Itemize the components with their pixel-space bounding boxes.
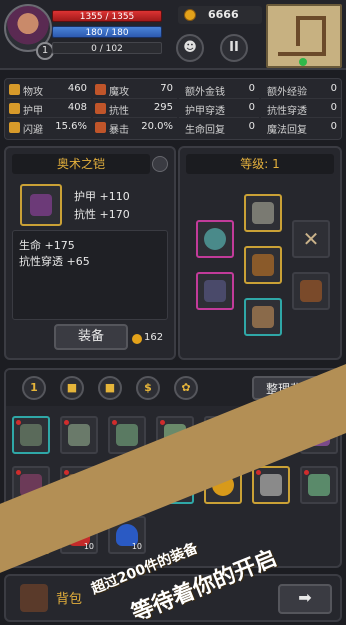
stat-dodge: 闪避 15.6% [7, 119, 91, 137]
gloves-slot[interactable] [292, 272, 330, 310]
arrow-right-icon: ➡ [298, 588, 312, 607]
lock-icon[interactable] [152, 156, 168, 172]
stat-mp-regen: 魔法回复 0 [267, 121, 337, 136]
gloves-icon [116, 424, 138, 446]
crit-icon [95, 122, 106, 133]
empty-accessory-slot[interactable]: ✕ [292, 220, 330, 258]
helmet-slot[interactable] [244, 194, 282, 232]
item-extra-resist-pen: 抗性穿透 +65 [19, 255, 90, 268]
item-bonus-armor: 护甲 +110 [74, 190, 130, 203]
gold-counter: 6666 [178, 6, 262, 24]
potion-count: 10 [83, 542, 94, 551]
bag-tab-label[interactable]: 背包 [56, 588, 82, 607]
resist-icon [95, 103, 106, 114]
stat-extra-gold: 额外金钱 0 [179, 81, 259, 99]
xp-bar: 0 / 102 [52, 42, 162, 54]
helmet-icon [260, 474, 282, 496]
dagger-icon [204, 280, 226, 302]
equip-button[interactable]: 装备 [54, 324, 128, 350]
player-marker-icon [299, 58, 307, 66]
item-detail-panel: 奥术之铠 护甲 +110 抗性 +170 生命 +175 抗性穿透 +65 装备… [4, 146, 176, 360]
dodge-icon [9, 122, 20, 133]
bag-icon[interactable] [20, 584, 48, 612]
bag-slot[interactable] [252, 466, 290, 504]
item-extra-hp: 生命 +175 [19, 239, 75, 252]
boots-icon [252, 306, 274, 328]
next-button[interactable]: ➡ [278, 584, 332, 614]
mp-bar: 180 / 180 [52, 26, 162, 38]
stat-armor: 护甲 408 [7, 100, 91, 118]
item-price: 162 [144, 332, 164, 343]
magic-icon [95, 84, 106, 95]
item-extra-box: 生命 +175 抗性穿透 +65 [12, 230, 168, 320]
helmet-icon [20, 424, 42, 446]
helmet-icon [252, 202, 274, 224]
top-bar: 1 1355 / 1355 180 / 180 0 / 102 6666 ☻ I… [0, 0, 346, 70]
character-button[interactable]: ☻ [176, 34, 204, 62]
bag-slot[interactable] [60, 416, 98, 454]
stat-extra-exp: 额外经验 0 [261, 81, 341, 99]
filter-paw-button[interactable]: ✿ [174, 376, 198, 400]
bag-slot[interactable] [300, 466, 338, 504]
filter-all-button[interactable]: 1 [22, 376, 46, 400]
lock-icon: ■ [66, 381, 78, 394]
gold-coin-icon [184, 9, 196, 21]
stat-physical-attack: 物攻 460 [7, 81, 91, 99]
chest-armor-icon [68, 424, 90, 446]
face-icon: ☻ [183, 40, 197, 55]
bag-slot[interactable] [12, 416, 50, 454]
armor-slot[interactable] [244, 246, 282, 284]
ring-slot[interactable] [196, 220, 234, 258]
gold-coin-icon [132, 334, 142, 344]
weapon-slot[interactable] [196, 272, 234, 310]
minimap[interactable] [266, 4, 342, 68]
boots-slot[interactable] [244, 298, 282, 336]
lock-icon: ■ [104, 381, 116, 394]
stat-armor-pen: 护甲穿透 0 [179, 100, 259, 118]
filter-sell-button[interactable]: $ [136, 376, 160, 400]
paw-icon: ✿ [181, 381, 191, 394]
filter-locked-button[interactable]: ■ [60, 376, 84, 400]
map-wall [322, 16, 326, 56]
pause-button[interactable]: II [220, 34, 248, 62]
potion-count: 10 [131, 542, 142, 551]
sword-icon [9, 84, 20, 95]
gloves-icon [300, 280, 322, 302]
stat-resist: 抗性 295 [93, 100, 177, 118]
helmet-icon [308, 474, 330, 496]
item-bonus-resist: 抗性 +170 [74, 208, 130, 221]
armor-icon [9, 103, 20, 114]
hp-bar: 1355 / 1355 [52, 10, 162, 22]
stat-magic-attack: 魔攻 70 [93, 81, 177, 99]
arcane-armor-icon [30, 194, 52, 216]
stat-hp-regen: 生命回复 0 [185, 121, 255, 136]
map-wall [296, 16, 300, 46]
filter-locked2-button[interactable]: ■ [98, 376, 122, 400]
chest-armor-icon [252, 254, 274, 276]
map-wall [278, 52, 326, 56]
ring-icon [204, 228, 226, 250]
item-name: 奥术之铠 [12, 154, 150, 174]
equipment-level: 等级: 1 [186, 154, 334, 174]
stats-panel: 物攻 460 魔攻 70 额外金钱 0 额外经验 0 护甲 408 抗性 295 护甲穿透 0… [4, 78, 342, 140]
equipment-panel: 等级: 1 ✕ [178, 146, 342, 360]
stat-crit: 暴击 20.0% [93, 119, 177, 137]
stat-resist-pen: 抗性穿透 0 [261, 100, 341, 118]
selected-item-slot[interactable] [20, 184, 62, 226]
crossed-weapons-icon: ✕ [302, 227, 320, 251]
pause-icon: II [229, 40, 239, 55]
gold-amount: 6666 [208, 8, 239, 21]
